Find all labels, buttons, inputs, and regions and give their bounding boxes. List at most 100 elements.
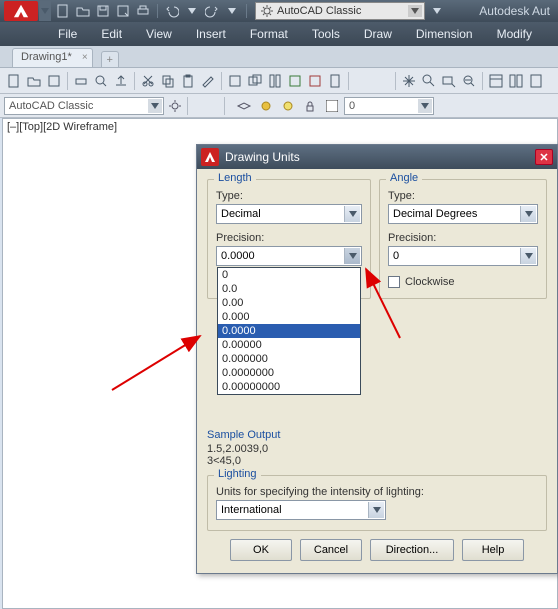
layer-combo-drop-icon[interactable] xyxy=(418,99,432,113)
close-tab-icon[interactable]: × xyxy=(82,52,88,63)
lighting-value: International xyxy=(221,504,282,516)
menu-format[interactable]: Format xyxy=(238,23,300,45)
direction-button[interactable]: Direction... xyxy=(370,539,454,561)
length-precision-combo[interactable]: 0.0000 00.00.000.0000.00000.000000.00000… xyxy=(216,246,362,266)
menu-draw[interactable]: Draw xyxy=(352,23,404,45)
workspace-combo[interactable]: AutoCAD Classic xyxy=(4,97,164,115)
markup-icon[interactable] xyxy=(306,72,324,90)
saveas-icon[interactable] xyxy=(115,3,131,19)
menu-tools[interactable]: Tools xyxy=(300,23,352,45)
lighting-group: Lighting Units for specifying the intens… xyxy=(207,475,547,531)
publish-icon[interactable] xyxy=(112,72,130,90)
new-doc-icon[interactable] xyxy=(5,72,23,90)
app-logo[interactable] xyxy=(4,1,38,21)
new-tab-button[interactable]: + xyxy=(101,51,119,67)
precision-option[interactable]: 0.00 xyxy=(218,296,360,310)
ok-button[interactable]: OK xyxy=(230,539,292,561)
zoom-window-icon[interactable] xyxy=(440,72,458,90)
lighting-drop-icon[interactable] xyxy=(368,502,384,518)
new-icon[interactable] xyxy=(55,3,71,19)
document-tab-bar: Drawing1* × + xyxy=(0,46,558,68)
undo-icon[interactable] xyxy=(164,3,180,19)
block-icon[interactable] xyxy=(226,72,244,90)
clockwise-label: Clockwise xyxy=(405,276,455,288)
redo-icon[interactable] xyxy=(204,3,220,19)
zoom-prev-icon[interactable] xyxy=(460,72,478,90)
precision-option[interactable]: 0.000000 xyxy=(218,352,360,366)
angle-precision-combo[interactable]: 0 xyxy=(388,246,538,266)
toolpalette2-icon[interactable] xyxy=(527,72,545,90)
menu-edit[interactable]: Edit xyxy=(89,23,134,45)
length-precision-dropdown[interactable]: 00.00.000.0000.00000.000000.0000000.0000… xyxy=(217,267,361,395)
precision-option[interactable]: 0.000 xyxy=(218,310,360,324)
cancel-button[interactable]: Cancel xyxy=(300,539,362,561)
layer-freeze-icon[interactable] xyxy=(279,97,297,115)
dialog-button-row: OK Cancel Direction... Help xyxy=(207,539,547,561)
drawing-units-dialog: Drawing Units ✕ Length Type: Decimal Pre… xyxy=(196,144,558,574)
menu-file[interactable]: File xyxy=(46,23,89,45)
layer-on-icon[interactable] xyxy=(257,97,275,115)
open-doc-icon[interactable] xyxy=(25,72,43,90)
dialog-titlebar[interactable]: Drawing Units ✕ xyxy=(197,145,557,169)
zoom-realtime-icon[interactable] xyxy=(420,72,438,90)
pan-icon[interactable] xyxy=(400,72,418,90)
menu-modify[interactable]: Modify xyxy=(485,23,544,45)
calc-icon[interactable] xyxy=(326,72,344,90)
document-tab[interactable]: Drawing1* × xyxy=(12,48,93,67)
length-precision-drop-icon[interactable] xyxy=(344,248,360,264)
viewport-label[interactable]: [–][Top][2D Wireframe] xyxy=(3,119,557,135)
lighting-combo[interactable]: International xyxy=(216,500,386,520)
clockwise-checkbox[interactable]: Clockwise xyxy=(388,276,538,288)
layer-combo[interactable]: 0 xyxy=(344,97,434,115)
xref-icon[interactable] xyxy=(246,72,264,90)
precision-option[interactable]: 0.0 xyxy=(218,282,360,296)
layer-color-icon[interactable] xyxy=(323,97,341,115)
precision-option[interactable]: 0.0000000 xyxy=(218,366,360,380)
properties-icon[interactable] xyxy=(487,72,505,90)
workspace-combo-title[interactable]: AutoCAD Classic xyxy=(255,2,425,20)
app-menu-dropdown[interactable] xyxy=(39,1,51,21)
angle-precision-value: 0 xyxy=(393,250,399,262)
toolpalette-icon[interactable] xyxy=(266,72,284,90)
precision-option[interactable]: 0.0000 xyxy=(218,324,360,338)
help-button[interactable]: Help xyxy=(462,539,524,561)
paste-icon[interactable] xyxy=(179,72,197,90)
workspace-gear-icon[interactable] xyxy=(166,97,184,115)
layer-props-icon[interactable] xyxy=(235,97,253,115)
preview-icon[interactable] xyxy=(92,72,110,90)
precision-option[interactable]: 0 xyxy=(218,268,360,282)
layer-toolbar: 0 xyxy=(234,97,434,115)
menu-insert[interactable]: Insert xyxy=(184,23,238,45)
print-icon[interactable] xyxy=(135,3,151,19)
menu-view[interactable]: View xyxy=(134,23,184,45)
sheet-icon[interactable] xyxy=(286,72,304,90)
angle-precision-drop-icon[interactable] xyxy=(520,248,536,264)
workspace-combo-title-drop[interactable] xyxy=(408,5,422,17)
angle-type-drop-icon[interactable] xyxy=(520,206,536,222)
angle-group-title: Angle xyxy=(386,172,422,184)
angle-precision-label: Precision: xyxy=(388,232,538,244)
menu-dimension[interactable]: Dimension xyxy=(404,23,485,45)
workspace-combo-drop-icon[interactable] xyxy=(148,99,162,113)
dialog-close-button[interactable]: ✕ xyxy=(535,149,553,165)
length-type-combo[interactable]: Decimal xyxy=(216,204,362,224)
open-icon[interactable] xyxy=(75,3,91,19)
angle-type-combo[interactable]: Decimal Degrees xyxy=(388,204,538,224)
print-doc-icon[interactable] xyxy=(72,72,90,90)
length-type-drop-icon[interactable] xyxy=(344,206,360,222)
workspace-toolbar: AutoCAD Classic 0 xyxy=(0,94,558,118)
precision-option[interactable]: 0.00000000 xyxy=(218,380,360,394)
cut-icon[interactable] xyxy=(139,72,157,90)
save-icon[interactable] xyxy=(95,3,111,19)
save-doc-icon[interactable] xyxy=(45,72,63,90)
layer-lock-icon[interactable] xyxy=(301,97,319,115)
matchprop-icon[interactable] xyxy=(199,72,217,90)
redo-drop-icon[interactable] xyxy=(224,3,240,19)
document-tab-label: Drawing1* xyxy=(21,51,72,63)
precision-option[interactable]: 0.00000 xyxy=(218,338,360,352)
designcenter-icon[interactable] xyxy=(507,72,525,90)
length-group-title: Length xyxy=(214,172,256,184)
copy-icon[interactable] xyxy=(159,72,177,90)
qat-overflow-icon[interactable] xyxy=(429,3,445,19)
undo-drop-icon[interactable] xyxy=(184,3,200,19)
